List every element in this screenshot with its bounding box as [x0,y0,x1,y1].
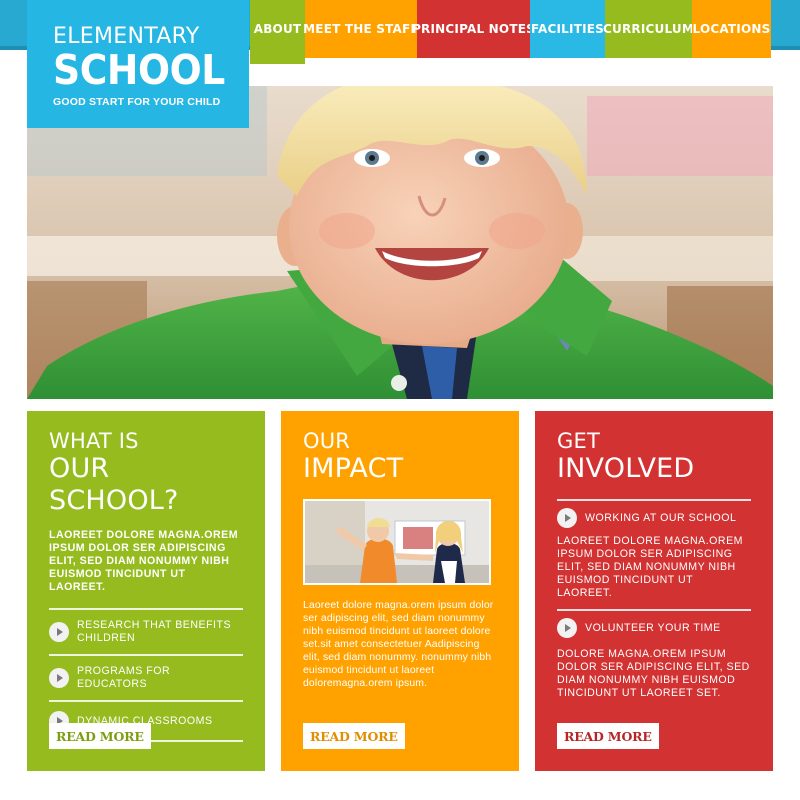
play-arrow-icon [557,508,577,528]
section-heading: VOLUNTEER YOUR TIME [585,621,721,634]
nav-item-locations[interactable]: LOCATIONS [692,0,771,58]
nav-item-about[interactable]: ABOUT [250,0,305,64]
panel-title: OUR IMPACT [303,429,497,485]
play-arrow-icon [557,618,577,638]
read-more-button[interactable]: READ MORE [557,723,659,749]
panel-title: WHAT IS OUR SCHOOL? [49,429,243,517]
panel-title-small: GET [557,429,600,453]
nav-item-curriculum[interactable]: CURRICULUM [603,0,694,58]
logo-line-2: SCHOOL [53,46,225,94]
section-text: DOLORE MAGNA.OREM IPSUM DOLOR SER ADIPIS… [557,648,750,699]
section-heading: WORKING AT OUR SCHOOL [585,511,737,524]
panel-title-big: IMPACT [303,453,404,484]
panel-title-big: INVOLVED [557,453,695,484]
nav-item-facilities[interactable]: FACILITIES [530,0,605,58]
read-more-button[interactable]: READ MORE [303,723,405,749]
panel-our-school: WHAT IS OUR SCHOOL? LAOREET DOLORE MAGNA… [27,411,265,771]
hero-child-photo [27,86,773,399]
nav-item-principal-notes[interactable]: PRINCIPAL NOTES [412,0,535,58]
play-arrow-icon [49,622,69,642]
panel-get-involved: GET INVOLVED WORKING AT OUR SCHOOL LAORE… [535,411,773,771]
hero-image [27,86,773,399]
link-research[interactable]: RESEARCH THAT BENEFITS CHILDREN [49,610,243,654]
read-more-button[interactable]: READ MORE [49,723,151,749]
impact-photo [303,499,491,585]
link-programs[interactable]: PROGRAMS FOR EDUCATORS [49,656,243,700]
link-working-at-school[interactable]: WORKING AT OUR SCHOOL [557,501,751,532]
main-nav: ABOUT MEET THE STAFF PRINCIPAL NOTES FAC… [250,0,771,64]
play-arrow-icon [49,668,69,688]
nav-item-meet-the-staff[interactable]: MEET THE STAFF [303,0,419,58]
children-running-photo [305,501,489,583]
link-label: RESEARCH THAT BENEFITS CHILDREN [77,619,232,644]
panel-title-small: WHAT IS [49,429,139,453]
section-text: LAOREET DOLORE MAGNA.OREM IPSUM DOLOR SE… [557,535,743,599]
panel-title-big: OUR SCHOOL? [49,453,179,516]
panel-body-text: Laoreet dolore magna.orem ipsum dolor se… [303,600,494,689]
link-volunteer[interactable]: VOLUNTEER YOUR TIME [557,611,751,642]
link-label: PROGRAMS FOR EDUCATORS [77,665,171,690]
panel-title-small: OUR [303,429,351,453]
panel-our-impact: OUR IMPACT Laoreet dolore magna.orem ips… [281,411,519,771]
site-logo[interactable]: ELEMENTARY SCHOOL GOOD START FOR YOUR CH… [27,0,249,128]
panel-title: GET INVOLVED [557,429,751,485]
logo-tagline: GOOD START FOR YOUR CHILD [53,96,221,108]
panel-intro-text: LAOREET DOLORE MAGNA.OREM IPSUM DOLOR SE… [49,529,239,593]
